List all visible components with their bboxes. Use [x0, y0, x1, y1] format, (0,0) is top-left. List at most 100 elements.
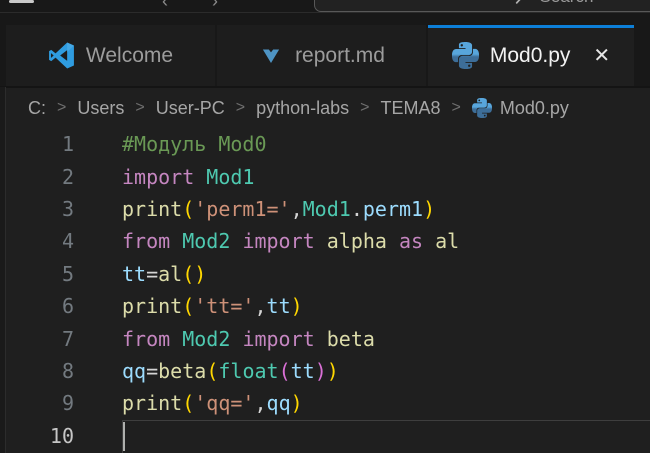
code-line[interactable]: 3 print('perm1=',Mod1.perm1)	[0, 193, 650, 225]
breadcrumb-item-file[interactable]: Mod0.py	[472, 98, 569, 119]
code-token: Mod1	[303, 197, 351, 221]
code-token: #Модуль Mod0	[122, 132, 267, 156]
code-token	[387, 229, 399, 253]
code-text: print('perm1=',Mod1.perm1)	[122, 197, 435, 221]
code-text: import Mod1	[122, 165, 254, 189]
line-number: 6	[0, 294, 74, 318]
code-token: =	[146, 262, 158, 286]
code-token: al	[158, 262, 182, 286]
code-token: ,	[254, 391, 266, 415]
tab-welcome[interactable]: Welcome	[6, 25, 215, 86]
code-token: as	[399, 229, 423, 253]
code-token: from	[122, 229, 170, 253]
code-line[interactable]: 7from Mod2 import beta	[0, 322, 650, 354]
line-number: 2	[0, 165, 74, 189]
code-text: print('qq=',qq)	[122, 391, 303, 415]
tab-mod0-py[interactable]: Mod0.py ✕	[428, 25, 634, 86]
command-search-input[interactable]: Search	[314, 0, 650, 12]
code-line[interactable]: 8qq=beta(float(tt))	[0, 355, 650, 387]
search-placeholder: Search	[540, 0, 594, 7]
tab-label: Welcome	[86, 44, 173, 68]
tab-close-icon[interactable]: ✕	[593, 43, 610, 68]
code-line[interactable]: 1 #Модуль Mod0	[0, 128, 650, 160]
breadcrumb-separator-icon: >	[236, 99, 245, 117]
markdown-arrow-icon	[258, 43, 284, 69]
code-line[interactable]: 4 from Mod2 import alpha as al	[0, 225, 650, 257]
line-number: 9	[0, 391, 74, 415]
code-token: (	[279, 359, 291, 383]
code-token	[315, 327, 327, 351]
code-editor[interactable]: 1#Модуль Mod02import Mod13print('perm1='…	[0, 128, 650, 453]
breadcrumb-separator-icon: >	[57, 99, 66, 117]
code-token: import	[242, 229, 314, 253]
editor-tab-strip: Welcome report.md Mod0.py ✕	[0, 13, 650, 86]
line-number: 3	[0, 197, 74, 221]
code-token: )	[327, 359, 339, 383]
active-tab-indicator	[428, 25, 634, 28]
code-token: 'perm1='	[194, 197, 290, 221]
code-token: tt	[291, 359, 315, 383]
window-left-edge	[0, 87, 6, 453]
code-token: Mod1	[206, 165, 254, 189]
breadcrumb-separator-icon: >	[360, 99, 369, 117]
code-token: ,	[291, 197, 303, 221]
code-token: Mod2	[182, 229, 230, 253]
navigate-back-icon[interactable]: ‹	[162, 0, 168, 12]
code-token: print	[122, 197, 182, 221]
code-text: from Mod2 import alpha as al	[122, 229, 459, 253]
code-token: print	[122, 294, 182, 318]
code-token: float	[218, 359, 278, 383]
code-token: )	[291, 391, 303, 415]
navigate-forward-icon[interactable]: ›	[212, 0, 218, 12]
tab-label: Mod0.py	[490, 44, 571, 68]
code-token: (	[182, 197, 194, 221]
line-number: 8	[0, 359, 74, 383]
breadcrumb-item-tema8[interactable]: TEMA8	[380, 98, 440, 119]
code-token: beta	[327, 327, 375, 351]
code-token: qq	[122, 359, 146, 383]
breadcrumb-item-python-labs[interactable]: python-labs	[256, 98, 349, 119]
line-number: 10	[0, 424, 74, 448]
code-token: =	[146, 359, 158, 383]
code-token: 'tt='	[194, 294, 254, 318]
code-text: print('tt=',tt)	[122, 294, 303, 318]
code-line[interactable]: 9 print('qq=',qq)	[0, 387, 650, 419]
breadcrumb-item-users[interactable]: Users	[77, 98, 124, 119]
code-token	[423, 229, 435, 253]
code-token: alpha	[327, 229, 387, 253]
current-line-highlight	[122, 420, 650, 453]
code-token: beta	[158, 359, 206, 383]
code-token: perm1	[363, 197, 423, 221]
code-token: ,	[254, 294, 266, 318]
code-token: )	[194, 262, 206, 286]
line-number: 5	[0, 262, 74, 286]
breadcrumb-item-drive[interactable]: C:	[28, 98, 46, 119]
tab-strip-divider	[0, 86, 650, 88]
breadcrumb-item-user-pc[interactable]: User-PC	[156, 98, 225, 119]
code-token: print	[122, 391, 182, 415]
tab-report-md[interactable]: report.md	[217, 25, 426, 86]
code-line[interactable]: 2 import Mod1	[0, 160, 650, 192]
code-token: 'qq='	[194, 391, 254, 415]
breadcrumb-separator-icon: >	[135, 99, 144, 117]
code-token: tt	[267, 294, 291, 318]
code-token: import	[242, 327, 314, 351]
breadcrumb-file-label: Mod0.py	[500, 98, 569, 119]
line-number: 4	[0, 229, 74, 253]
menu-hamburger-icon[interactable]	[9, 0, 34, 3]
code-token: qq	[267, 391, 291, 415]
tab-label: report.md	[295, 44, 385, 68]
breadcrumb-separator-icon: >	[451, 99, 460, 117]
code-text: #Модуль Mod0	[122, 132, 267, 156]
title-bar: ‹ › Search	[0, 0, 650, 13]
code-token	[315, 229, 327, 253]
vscode-window: ‹ › Search Welcome report.md	[0, 0, 650, 453]
code-text: qq=beta(float(tt))	[122, 359, 339, 383]
text-cursor	[123, 422, 125, 451]
code-token	[170, 327, 182, 351]
code-line[interactable]: 6 print('tt=',tt)	[0, 290, 650, 322]
line-number: 1	[0, 132, 74, 156]
code-line[interactable]: 5tt=al()	[0, 258, 650, 290]
breadcrumb: C: > Users > User-PC > python-labs > TEM…	[0, 88, 650, 128]
code-lines: 1#Модуль Mod02import Mod13print('perm1='…	[0, 128, 650, 452]
